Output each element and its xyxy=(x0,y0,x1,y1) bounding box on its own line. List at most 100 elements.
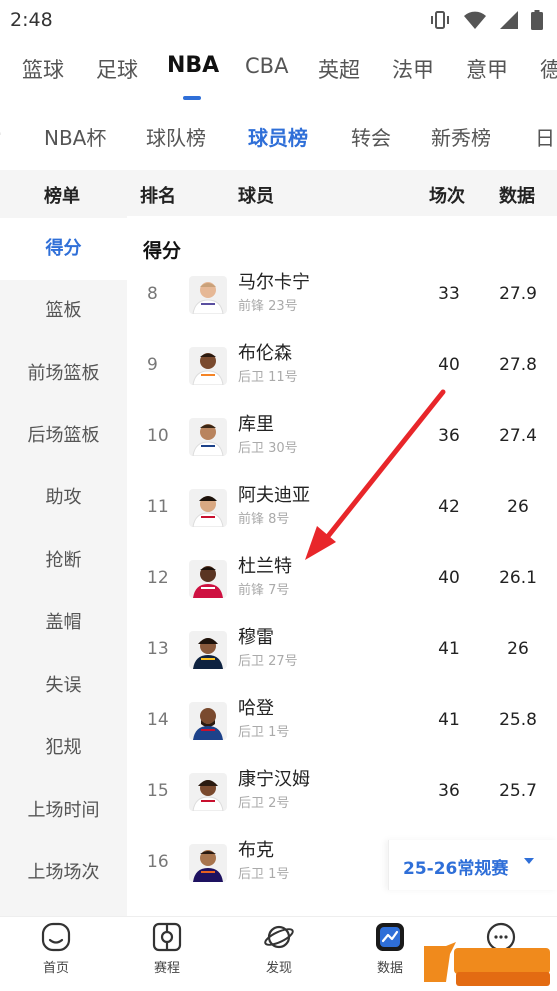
player-name: 马尔卡宁 xyxy=(238,272,310,293)
player-games: 41 xyxy=(438,710,460,730)
sub-tab-nba-cup[interactable]: NBA杯 xyxy=(44,122,106,151)
sidebar-item-defensive-rebounds[interactable]: 后场篮板 xyxy=(0,405,127,467)
player-points: 26 xyxy=(507,497,529,517)
sidebar-item-steals[interactable]: 抢断 xyxy=(0,530,127,592)
player-avatar xyxy=(189,631,227,669)
tab-football[interactable]: 足球 xyxy=(96,54,138,84)
player-games: 41 xyxy=(438,639,460,659)
nav-home-label: 首页 xyxy=(42,961,69,976)
section-title: 得分 xyxy=(143,240,182,262)
player-rank: 9 xyxy=(147,355,158,375)
nav-home[interactable]: 首页 xyxy=(16,921,96,976)
player-row[interactable]: 14 哈登 后卫 1号 41 25.8 xyxy=(127,686,557,757)
header-rank: 排名 xyxy=(140,186,176,207)
tab-bundesliga[interactable]: 德 xyxy=(540,54,557,84)
sidebar-item-offensive-rebounds[interactable]: 前场篮板 xyxy=(0,343,127,405)
tab-cba[interactable]: CBA xyxy=(245,54,288,78)
nav-data-label: 数据 xyxy=(376,961,403,976)
tab-nba[interactable]: NBA xyxy=(167,53,219,78)
battery-icon xyxy=(531,10,543,30)
signal-icon xyxy=(500,11,518,29)
stat-type-tabs: · NBA杯 球队榜 球员榜 转会 新秀榜 日 xyxy=(0,100,557,170)
sidebar-item-fouls[interactable]: 犯规 xyxy=(0,717,127,779)
player-games: 40 xyxy=(438,355,460,375)
player-rank: 13 xyxy=(147,639,169,659)
player-avatar xyxy=(189,489,227,527)
player-name: 阿夫迪亚 xyxy=(238,485,310,506)
tab-ligue1[interactable]: 法甲 xyxy=(392,54,434,84)
league-tabs: 篮球 足球 NBA CBA 英超 法甲 意甲 德 xyxy=(0,40,557,100)
home-icon xyxy=(41,922,71,952)
sub-tab-daily[interactable]: 日 xyxy=(535,122,555,151)
sub-tab-rookie[interactable]: 新秀榜 xyxy=(431,122,491,151)
sidebar-item-points[interactable]: 得分 xyxy=(0,218,127,280)
sub-tab-player-rank[interactable]: 球员榜 xyxy=(248,122,308,151)
player-name: 哈登 xyxy=(238,698,274,719)
player-row[interactable]: 10 库里 后卫 30号 36 27.4 xyxy=(127,402,557,473)
player-points: 27.9 xyxy=(499,284,537,304)
schedule-icon xyxy=(152,922,182,952)
sidebar-item-turnovers[interactable]: 失误 xyxy=(0,655,127,717)
sidebar-item-rebounds[interactable]: 篮板 xyxy=(0,280,127,342)
player-position: 后卫 2号 xyxy=(238,796,290,811)
player-games: 36 xyxy=(438,781,460,801)
player-rank: 8 xyxy=(147,284,158,304)
tab-basketball[interactable]: 篮球 xyxy=(22,54,64,84)
player-avatar xyxy=(189,560,227,598)
player-games: 40 xyxy=(438,568,460,588)
player-name: 穆雷 xyxy=(238,627,274,648)
player-name: 康宁汉姆 xyxy=(238,769,310,790)
player-position: 后卫 27号 xyxy=(238,654,298,669)
sub-tab-team-rank[interactable]: 球队榜 xyxy=(146,122,206,151)
player-position: 前锋 8号 xyxy=(238,512,290,527)
nav-schedule-label: 赛程 xyxy=(153,961,180,976)
player-rank: 14 xyxy=(147,710,169,730)
player-row[interactable]: 13 穆雷 后卫 27号 41 26 xyxy=(127,615,557,686)
player-name: 布克 xyxy=(238,840,274,861)
tab-premier-league[interactable]: 英超 xyxy=(318,54,360,84)
player-avatar xyxy=(189,347,227,385)
table-header: 榜单 排名 球员 场次 数据 xyxy=(0,170,557,216)
sub-tab-transfer[interactable]: 转会 xyxy=(351,122,391,151)
player-row[interactable]: 9 布伦森 后卫 11号 40 27.8 xyxy=(127,331,557,402)
header-data: 数据 xyxy=(499,186,535,207)
player-rank: 16 xyxy=(147,852,169,872)
player-rank: 12 xyxy=(147,568,169,588)
player-avatar xyxy=(189,418,227,456)
player-avatar xyxy=(189,276,227,314)
player-points: 27.4 xyxy=(499,426,537,446)
player-position: 后卫 11号 xyxy=(238,370,298,385)
chevron-down-icon xyxy=(524,858,534,864)
player-name: 库里 xyxy=(238,414,274,435)
vibrate-icon xyxy=(431,11,449,29)
sidebar-item-minutes[interactable]: 上场时间 xyxy=(0,780,127,842)
player-row[interactable]: 8 马尔卡宁 前锋 23号 33 27.9 xyxy=(127,260,557,331)
season-selector[interactable]: 25-26常规赛 xyxy=(388,840,557,890)
player-rank: 10 xyxy=(147,426,169,446)
player-name: 杜兰特 xyxy=(238,556,292,577)
watermark-logo xyxy=(424,942,550,986)
tab-serie-a[interactable]: 意甲 xyxy=(466,54,508,84)
header-player: 球员 xyxy=(238,186,274,207)
header-board: 榜单 xyxy=(44,186,80,207)
stat-category-sidebar: 得分 篮板 前场篮板 后场篮板 助攻 抢断 盖帽 失误 犯规 上场时间 上场场次 xyxy=(0,216,127,916)
player-row[interactable]: 15 康宁汉姆 后卫 2号 36 25.7 xyxy=(127,757,557,828)
wifi-icon xyxy=(464,11,486,29)
sidebar-item-assists[interactable]: 助攻 xyxy=(0,467,127,529)
sub-tab-edge: · xyxy=(0,122,2,146)
player-row[interactable]: 11 阿夫迪亚 前锋 8号 42 26 xyxy=(127,473,557,544)
player-position: 后卫 1号 xyxy=(238,725,290,740)
player-points: 25.8 xyxy=(499,710,537,730)
status-icons xyxy=(429,10,543,30)
player-name: 布伦森 xyxy=(238,343,292,364)
player-games: 33 xyxy=(438,284,460,304)
player-points: 25.7 xyxy=(499,781,537,801)
header-games: 场次 xyxy=(429,186,465,207)
nav-discover[interactable]: 发现 xyxy=(239,921,319,976)
nav-schedule[interactable]: 赛程 xyxy=(127,921,207,976)
player-avatar xyxy=(189,844,227,882)
player-row[interactable]: 12 杜兰特 前锋 7号 40 26.1 xyxy=(127,544,557,615)
sidebar-item-games-played[interactable]: 上场场次 xyxy=(0,842,127,904)
sidebar-item-blocks[interactable]: 盖帽 xyxy=(0,592,127,654)
nav-data[interactable]: 数据 xyxy=(350,921,430,976)
